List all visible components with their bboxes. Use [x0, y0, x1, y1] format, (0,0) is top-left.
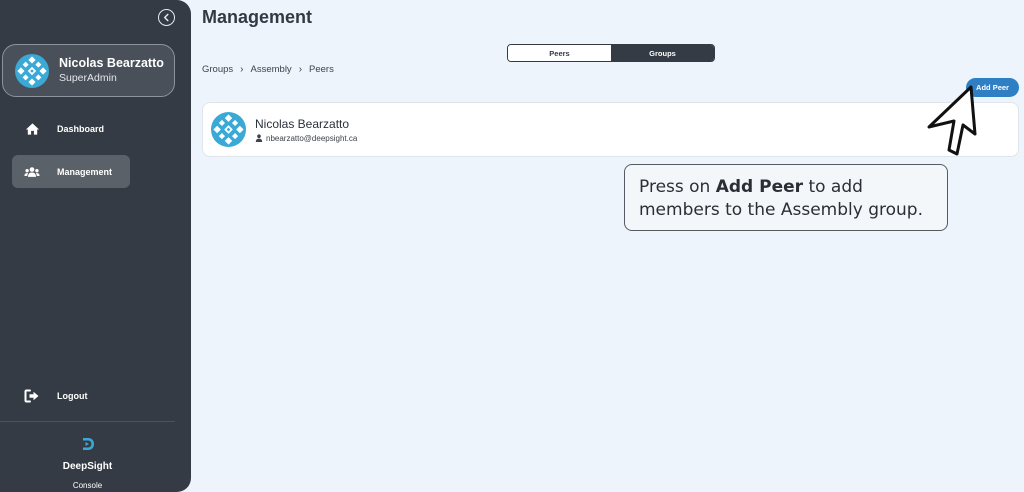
breadcrumb-peers: Peers [309, 64, 334, 75]
chevron-left-icon [163, 13, 169, 22]
callout-highlight: Add Peer [715, 177, 804, 197]
user-name: Nicolas Bearzatto [59, 56, 164, 70]
view-toggle: Peers Groups [507, 44, 715, 62]
callout-suffix: to add [803, 177, 863, 197]
peer-name: Nicolas Bearzatto [255, 116, 350, 131]
avatar [15, 53, 49, 88]
sidebar-item-label: Dashboard [57, 123, 105, 134]
peer-list-item[interactable]: Nicolas Bearzatto nbearzatto@deepsight.c… [202, 102, 1019, 157]
logout-icon [24, 388, 40, 404]
chevron-right-icon: › [240, 64, 244, 75]
user-role: SuperAdmin [59, 72, 117, 84]
sidebar-item-management[interactable]: Management [12, 155, 130, 188]
peer-email: nbearzatto@deepsight.ca [266, 133, 358, 143]
deepsight-logo-icon [82, 438, 94, 450]
callout-prefix: Press on [639, 177, 716, 197]
toggle-peers[interactable]: Peers [508, 45, 611, 61]
page-title: Management [202, 7, 313, 27]
mouse-pointer-icon [927, 85, 977, 156]
breadcrumb-groups[interactable]: Groups [202, 64, 233, 75]
brand: DeepSight Console [0, 436, 175, 490]
sidebar-divider [0, 421, 175, 422]
chevron-right-icon: › [298, 64, 303, 75]
brand-name: DeepSight [62, 461, 113, 472]
peer-email-row: nbearzatto@deepsight.ca [255, 134, 357, 143]
users-icon [24, 164, 40, 180]
collapse-sidebar-button[interactable] [158, 9, 175, 26]
avatar [211, 112, 246, 147]
sidebar-item-label: Logout [57, 390, 88, 401]
brand-subtitle: Console [72, 481, 103, 490]
tutorial-callout: Press on Add Peer to add members to the … [624, 164, 948, 231]
callout-line2: members to the Assembly group. [639, 200, 923, 220]
user-profile-card[interactable]: Nicolas Bearzatto SuperAdmin [2, 44, 175, 97]
home-icon [24, 121, 40, 137]
toggle-groups[interactable]: Groups [611, 45, 714, 61]
breadcrumb: Groups › Assembly › Peers [202, 64, 334, 75]
breadcrumb-assembly[interactable]: Assembly [251, 64, 292, 75]
sidebar: Nicolas Bearzatto SuperAdmin Dashboard M… [0, 0, 191, 492]
sidebar-item-label: Management [57, 166, 113, 177]
sidebar-item-dashboard[interactable]: Dashboard [12, 112, 130, 145]
person-icon [255, 134, 263, 142]
sidebar-item-logout[interactable]: Logout [12, 379, 130, 412]
